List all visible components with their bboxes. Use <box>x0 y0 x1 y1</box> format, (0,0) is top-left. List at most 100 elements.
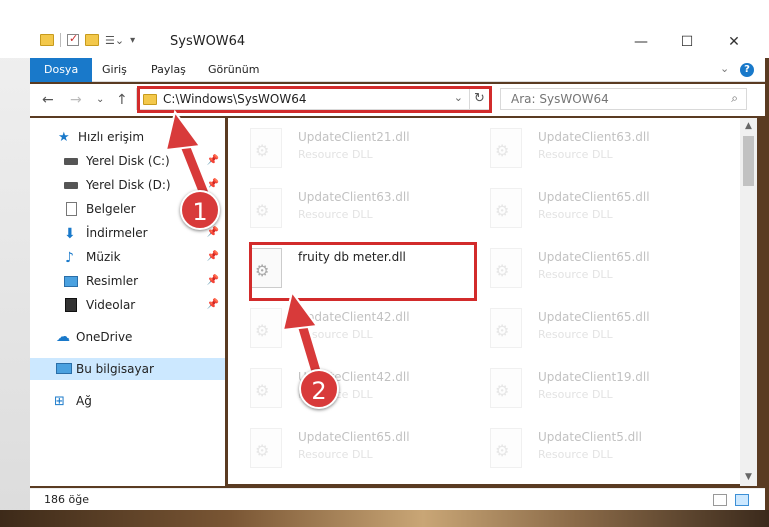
tab-view[interactable]: Görünüm <box>208 58 259 82</box>
close-button[interactable]: ✕ <box>711 28 757 56</box>
search-input[interactable] <box>501 89 716 109</box>
file-name: UpdateClient65.dll <box>538 310 650 324</box>
file-description: Resource DLL <box>538 388 613 401</box>
nav-item-local-disk-c[interactable]: Yerel Disk (C:) 📌 <box>30 150 225 172</box>
dll-file-icon <box>490 128 522 168</box>
file-item[interactable]: UpdateClient19.dll Resource DLL <box>468 362 688 418</box>
file-item[interactable]: UpdateClient42.dll Resource DLL <box>228 302 448 358</box>
file-description: Resource DLL <box>538 448 613 461</box>
file-name: UpdateClient21.dll <box>298 130 410 144</box>
dll-file-icon <box>490 368 522 408</box>
quick-access-toolbar: ☰⌄ ▾ <box>40 32 135 47</box>
nav-item-network[interactable]: ⊞ Ağ <box>30 390 225 412</box>
dll-file-icon <box>490 308 522 348</box>
recent-locations-icon[interactable]: ⌄ <box>96 94 104 105</box>
file-item[interactable]: UpdateClient21.dll Resource DLL <box>228 122 448 178</box>
vertical-scrollbar[interactable]: ▲ ▼ <box>740 118 757 486</box>
pictures-icon <box>64 276 78 287</box>
tiles-view-icon[interactable] <box>735 494 749 506</box>
file-name: UpdateClient19.dll <box>538 370 650 384</box>
nav-item-label: Yerel Disk (D:) <box>86 178 171 192</box>
dll-file-icon <box>490 428 522 468</box>
details-view-icon[interactable] <box>713 494 727 506</box>
dll-file-icon <box>250 368 282 408</box>
dll-file-icon <box>250 188 282 228</box>
nav-item-this-pc[interactable]: Bu bilgisayar <box>30 358 225 380</box>
file-description: Resource DLL <box>298 208 373 221</box>
address-highlight-box <box>137 86 492 113</box>
star-icon: ★ <box>58 130 70 145</box>
search-icon: ⌕ <box>731 91 738 105</box>
folder-icon <box>40 34 54 46</box>
pin-icon[interactable]: 📌 <box>207 270 219 292</box>
annotation-badge-2: 2 <box>299 369 339 409</box>
file-description: Resource DLL <box>538 148 613 161</box>
search-box[interactable]: ⌕ <box>500 88 747 110</box>
file-description: Resource DLL <box>538 268 613 281</box>
file-name: UpdateClient63.dll <box>538 130 650 144</box>
drive-icon <box>64 182 78 189</box>
ribbon-collapse-icon[interactable]: ⌄ <box>720 62 729 75</box>
nav-item-label: Yerel Disk (C:) <box>86 154 170 168</box>
background-window-edge <box>0 0 30 527</box>
nav-item-quick-access[interactable]: ★ Hızlı erişim <box>30 126 225 148</box>
pin-icon[interactable]: 📌 <box>207 294 219 316</box>
nav-item-label: Müzik <box>86 250 121 264</box>
tab-home[interactable]: Giriş <box>102 58 127 82</box>
maximize-button[interactable]: ☐ <box>664 28 710 56</box>
file-item[interactable]: UpdateClient63.dll Resource DLL <box>468 122 688 178</box>
file-item[interactable]: UpdateClient63.dll Resource DLL <box>228 182 448 238</box>
new-folder-icon[interactable] <box>85 34 99 46</box>
dll-file-icon <box>250 128 282 168</box>
navigation-pane: ★ Hızlı erişim Yerel Disk (C:) 📌 Yerel D… <box>30 118 225 486</box>
nav-item-music[interactable]: ♪ Müzik 📌 <box>30 246 225 268</box>
video-icon <box>65 298 77 312</box>
up-arrow-icon[interactable]: ↑ <box>116 92 128 108</box>
file-name: UpdateClient65.dll <box>298 430 410 444</box>
forward-arrow-icon[interactable]: → <box>70 92 82 108</box>
tab-share[interactable]: Paylaş <box>151 58 186 82</box>
scrollbar-thumb[interactable] <box>743 136 754 186</box>
file-name: UpdateClient65.dll <box>538 250 650 264</box>
dll-file-icon <box>490 248 522 288</box>
toolbar-separator <box>60 33 61 47</box>
file-name: UpdateClient5.dll <box>538 430 642 444</box>
minimize-button[interactable]: — <box>618 28 664 56</box>
nav-item-label: İndirmeler <box>86 226 148 240</box>
properties-icon[interactable] <box>67 32 79 46</box>
computer-icon <box>56 363 72 374</box>
toolbar-dropdown-icon[interactable]: ▾ <box>130 35 135 46</box>
window-title: SysWOW64 <box>170 34 246 49</box>
pin-icon[interactable]: 📌 <box>207 150 219 172</box>
nav-item-label: Videolar <box>86 298 136 312</box>
nav-item-label: Resimler <box>86 274 139 288</box>
document-icon <box>66 202 77 216</box>
nav-item-pictures[interactable]: Resimler 📌 <box>30 270 225 292</box>
help-icon[interactable]: ? <box>740 63 754 77</box>
music-icon: ♪ <box>65 250 74 266</box>
back-arrow-icon[interactable]: ← <box>42 92 54 108</box>
ribbon-tabs: Dosya Giriş Paylaş Görünüm ⌄ ? <box>30 58 765 82</box>
dll-file-icon <box>250 308 282 348</box>
nav-item-videos[interactable]: Videolar 📌 <box>30 294 225 316</box>
scroll-up-icon[interactable]: ▲ <box>740 118 757 135</box>
file-item[interactable]: UpdateClient5.dll Resource DLL <box>468 422 688 478</box>
item-count: 186 öğe <box>44 493 89 506</box>
tab-file[interactable]: Dosya <box>30 58 93 82</box>
customize-toolbar-icon[interactable]: ☰⌄ <box>105 34 124 47</box>
file-item[interactable]: UpdateClient65.dll Resource DLL <box>468 242 688 298</box>
file-item[interactable]: UpdateClient65.dll Resource DLL <box>468 302 688 358</box>
file-highlight-box <box>249 242 477 301</box>
nav-item-label: Ağ <box>76 394 92 408</box>
download-icon: ⬇ <box>64 226 76 242</box>
nav-item-label: Hızlı erişim <box>78 130 145 144</box>
nav-item-onedrive[interactable]: ☁ OneDrive <box>30 326 225 348</box>
nav-item-label: Bu bilgisayar <box>76 362 154 376</box>
scroll-down-icon[interactable]: ▼ <box>740 469 757 486</box>
file-item[interactable]: UpdateClient65.dll Resource DLL <box>228 422 448 478</box>
pin-icon[interactable]: 📌 <box>207 246 219 268</box>
file-description: Resource DLL <box>538 208 613 221</box>
cloud-icon: ☁ <box>56 329 70 345</box>
file-description: Resource DLL <box>298 328 373 341</box>
file-item[interactable]: UpdateClient65.dll Resource DLL <box>468 182 688 238</box>
